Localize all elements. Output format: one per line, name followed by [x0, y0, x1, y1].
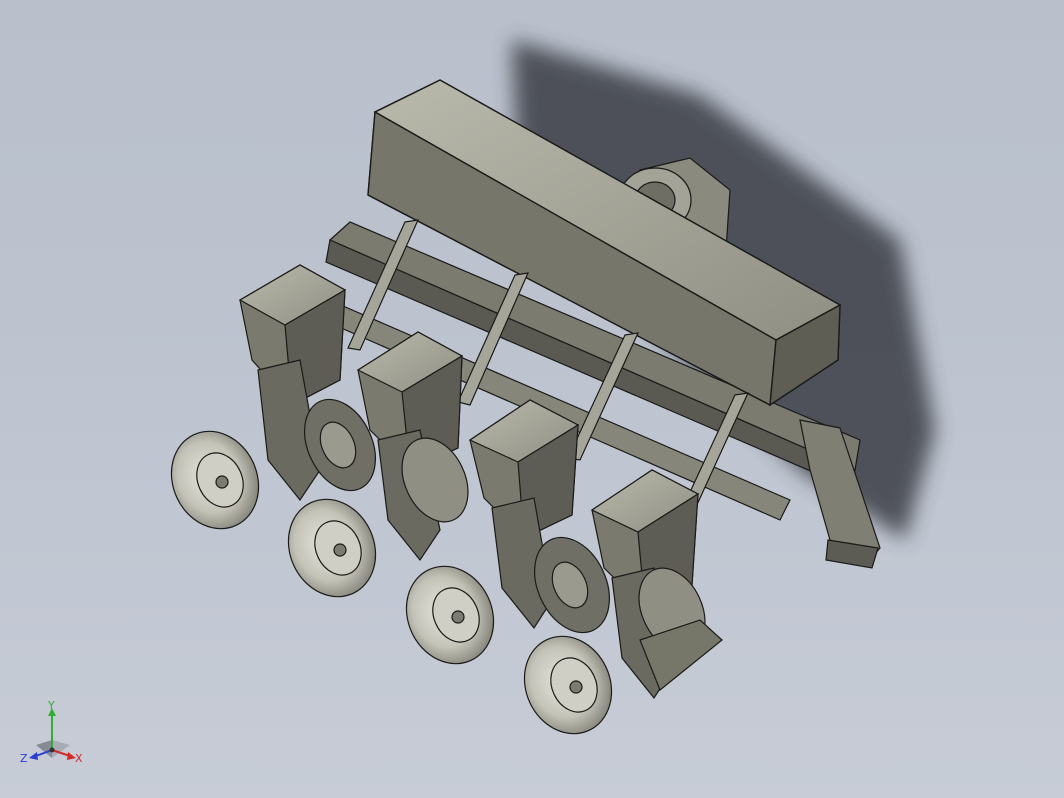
3d-viewport[interactable]: Y X Z: [0, 0, 1064, 798]
y-axis-label: Y: [47, 700, 55, 712]
z-axis-label: Z: [20, 752, 28, 765]
planter-model[interactable]: [0, 0, 1064, 798]
row-units: [170, 264, 723, 735]
x-axis-label: X: [75, 752, 83, 765]
row-unit-1: [170, 264, 376, 530]
axis-triad: Y X Z: [20, 700, 83, 765]
